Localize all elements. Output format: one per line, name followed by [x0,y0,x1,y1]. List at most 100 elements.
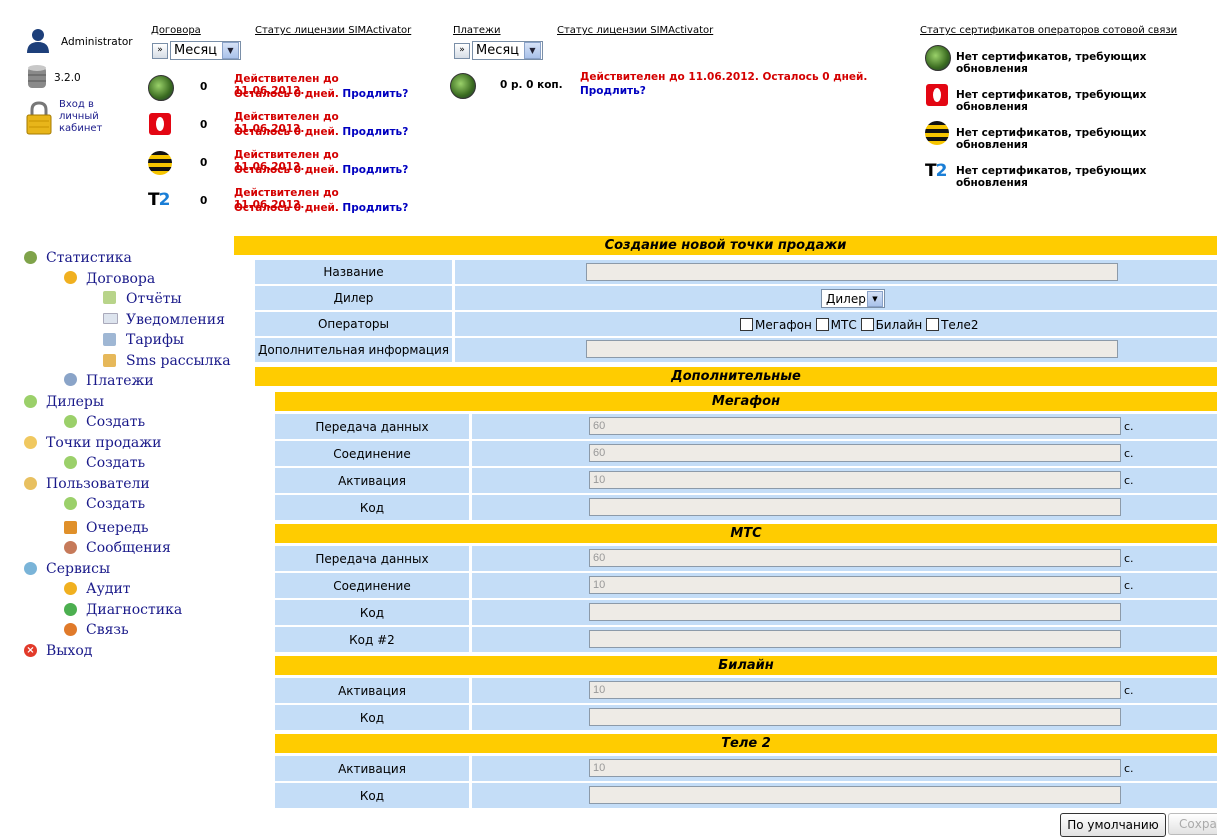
megafon-act-input[interactable] [589,471,1121,489]
megafon-data-unit: с. [1124,420,1134,433]
megafon-act-label: Активация [275,468,469,493]
megafon-conn-input[interactable] [589,444,1121,462]
tele2-section-title: Теле 2 [275,734,1217,753]
megafon-code-input[interactable] [589,498,1121,516]
mts-code2-input[interactable] [589,630,1121,648]
sidebar-item-payments[interactable]: Платежи [86,373,154,389]
database-icon [26,64,48,90]
audit-icon [64,582,77,595]
payments-period-select[interactable]: » Месяц ▼ [454,41,543,60]
save-button[interactable]: Сохранить [1168,813,1217,835]
sidebar-item-notifications[interactable]: Уведомления [126,312,225,328]
info-input[interactable] [586,340,1118,358]
diagnostics-icon [64,603,77,616]
sidebar-item-contracts[interactable]: Договора [86,271,155,287]
plus-icon [64,456,77,469]
chevron-down-icon[interactable]: ▼ [222,42,239,59]
sidebar-item-dealers[interactable]: Дилеры [46,394,104,410]
megafon-logo-icon [925,45,951,71]
dealer-label: Дилер [255,286,452,310]
mts-data-input[interactable] [589,549,1121,567]
payments-amount: 0 р. 0 коп. [500,79,563,91]
beeline-code-input[interactable] [589,708,1121,726]
plus-icon [64,497,77,510]
sidebar-item-users[interactable]: Пользователи [46,476,150,492]
sidebar-item-messages[interactable]: Сообщения [86,540,171,556]
megafon-conn-label: Соединение [275,441,469,466]
contracts-period-select[interactable]: » Месяц ▼ [152,41,241,60]
megafon-logo-icon [148,75,174,101]
dealer-select[interactable]: Дилер ▼ [821,289,885,308]
expand-icon[interactable]: » [454,42,470,59]
sidebar-item-audit[interactable]: Аудит [86,581,131,597]
beeline-logo-icon [925,121,949,145]
license-remaining: Осталось 0 дней. [234,88,339,100]
sidebar-item-diagnostics[interactable]: Диагностика [86,602,182,618]
chart-icon [24,251,37,264]
mts-conn-unit: с. [1124,579,1134,592]
expand-icon[interactable]: » [152,42,168,59]
name-input[interactable] [586,263,1118,281]
megafon-data-input[interactable] [589,417,1121,435]
chevron-down-icon[interactable]: ▼ [524,42,541,59]
mts-code-input[interactable] [589,603,1121,621]
tele2-act-label: Активация [275,756,469,781]
tele2-code-label: Код [275,783,469,808]
checkbox-tele2[interactable]: Теле2 [926,318,979,332]
sidebar-item-dealers-create[interactable]: Создать [86,414,145,430]
home-icon [24,395,37,408]
sidebar-item-sms[interactable]: Sms рассылка [126,353,231,369]
contracts-license-link[interactable]: Статус лицензии SIMActivator [255,25,411,36]
contracts-count: 0 [200,119,208,131]
contracts-row: 0 Действителен до 11.06.2012. Осталось 0… [148,111,408,141]
lock-icon [25,101,53,135]
license-remaining: Осталось 0 дней. [234,126,339,138]
tele2-act-input[interactable] [589,759,1121,777]
certificate-status: Нет сертификатов, требующих обновления [956,165,1147,189]
sidebar-item-points[interactable]: Точки продажи [46,435,161,451]
renew-link[interactable]: Продлить? [342,202,408,214]
user-name: Administrator [61,36,133,48]
payments-license-link[interactable]: Статус лицензии SIMActivator [557,25,713,36]
operators-checkboxes: Мегафон МТС Билайн Теле2 [740,318,979,332]
tele2-code-input[interactable] [589,786,1121,804]
checkbox-megafon[interactable]: Мегафон [740,318,812,332]
payments-link[interactable]: Платежи [453,25,501,36]
beeline-logo-icon [148,151,172,175]
sidebar-item-statistics[interactable]: Статистика [46,250,132,266]
sidebar-item-services[interactable]: Сервисы [46,561,110,577]
sidebar-item-link[interactable]: Связь [86,622,129,638]
contracts-link[interactable]: Договора [151,25,201,36]
beeline-code-label: Код [275,705,469,730]
contracts-row: 0 Действителен до 11.06.2012. Осталось 0… [148,149,408,179]
payments-renew-link[interactable]: Продлить? [580,85,646,97]
sidebar-item-reports[interactable]: Отчёты [126,291,182,307]
mts-data-unit: с. [1124,552,1134,565]
contracts-count: 0 [200,195,208,207]
sidebar-item-tariffs[interactable]: Тарифы [126,332,184,348]
beeline-act-label: Активация [275,678,469,703]
sidebar-item-exit[interactable]: Выход [46,643,92,659]
mts-code2-label: Код #2 [275,627,469,652]
payments-license-valid: Действителен до 11.06.2012. Осталось 0 д… [580,71,868,83]
operators-label: Операторы [255,312,452,336]
checkbox-beeline[interactable]: Билайн [860,318,922,332]
tariff-icon [103,333,116,346]
license-remaining: Осталось 0 дней. [234,164,339,176]
default-button[interactable]: По умолчанию [1060,813,1166,837]
beeline-act-input[interactable] [589,681,1121,699]
sidebar-item-points-create[interactable]: Создать [86,455,145,471]
checkbox-mts[interactable]: МТС [815,318,857,332]
certificates-link[interactable]: Статус сертификатов операторов сотовой с… [920,25,1177,36]
renew-link[interactable]: Продлить? [342,164,408,176]
chevron-down-icon[interactable]: ▼ [867,290,883,307]
messages-icon [64,541,77,554]
renew-link[interactable]: Продлить? [342,88,408,100]
sidebar-item-users-create[interactable]: Создать [86,496,145,512]
sidebar-item-queue[interactable]: Очередь [86,520,149,536]
cabinet-link[interactable]: Вход в личный кабинет [59,99,102,135]
user-icon [25,27,51,53]
name-label: Название [255,260,452,284]
renew-link[interactable]: Продлить? [342,126,408,138]
mts-conn-input[interactable] [589,576,1121,594]
